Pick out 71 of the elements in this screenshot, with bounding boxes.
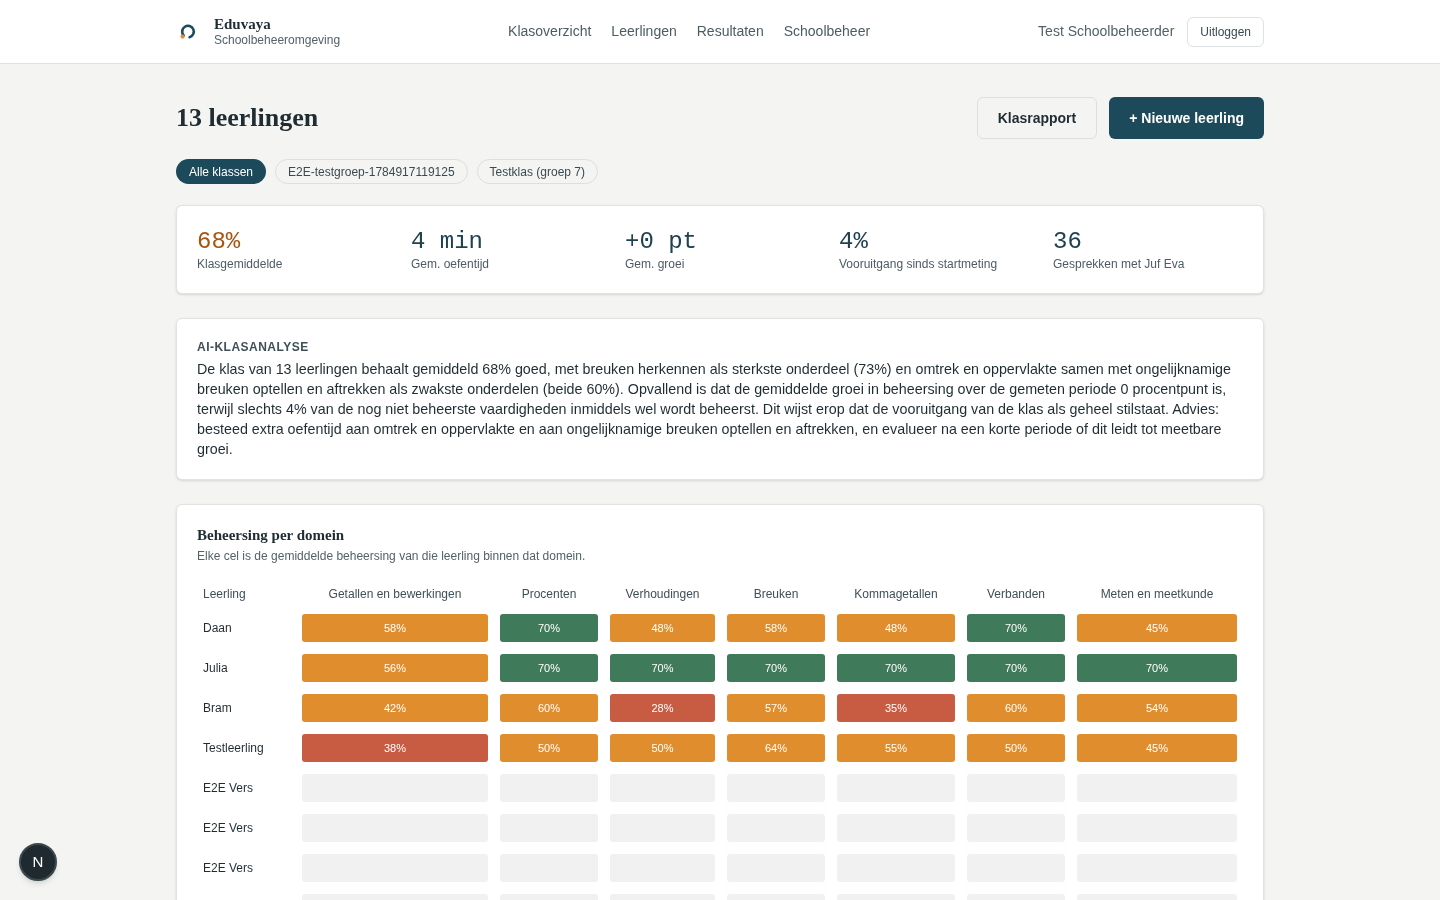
heatmap-cell: 58% <box>727 614 825 642</box>
stat-value: 36 <box>1053 228 1082 256</box>
heatmap-cell: 42% <box>302 694 488 722</box>
student-name: Testleerling <box>202 740 265 757</box>
student-name: Daan <box>202 620 233 637</box>
heatmap-cell: 50% <box>610 734 715 762</box>
heatmap-cell: 45% <box>1077 734 1237 762</box>
heatmap-cell: 60% <box>967 694 1065 722</box>
heatmap-cell: 50% <box>967 734 1065 762</box>
heatmap-cell: 38% <box>302 734 488 762</box>
heatmap-cell: 58% <box>302 614 488 642</box>
new-student-button[interactable]: + Nieuwe leerling <box>1109 97 1264 139</box>
page-title: 13 leerlingen <box>176 102 319 134</box>
heatmap-cell: 54% <box>1077 694 1237 722</box>
heatmap-cell: 57% <box>727 694 825 722</box>
report-button[interactable]: Klasrapport <box>976 97 1098 139</box>
logo-icon <box>179 23 196 40</box>
heatmap-cell: 70% <box>967 614 1065 642</box>
heatmap-cell: 64% <box>727 734 825 762</box>
stat-value: +0 pt <box>625 228 697 256</box>
student-name: E2E Vers <box>202 860 255 877</box>
heatmap-cell: 70% <box>610 654 715 682</box>
nav-link[interactable]: Klasoverzicht <box>508 21 592 42</box>
stat-label: Gem. groei <box>625 256 685 272</box>
column-header: Verbanden <box>985 586 1047 602</box>
heatmap-cell: 50% <box>500 734 598 762</box>
heatmap-cell: 70% <box>837 654 955 682</box>
student-name: Bram <box>202 700 233 717</box>
column-header: Leerling <box>202 586 247 602</box>
mastery-subtitle: Elke cel is de gemiddelde beheersing van die leerling binnen dat domein. <box>197 548 587 564</box>
user-name: Test Schoolbeheerder <box>1038 22 1175 41</box>
mastery-title: Beheersing per domein <box>197 526 346 545</box>
heatmap-cell: 70% <box>1077 654 1237 682</box>
brand-name: Eduvaya <box>214 15 272 33</box>
stat-value: 4% <box>839 228 868 256</box>
brand-subtitle: Schoolbeheeromgeving <box>214 33 341 48</box>
heatmap-cell: 28% <box>610 694 715 722</box>
student-name: E2E Vers <box>202 820 255 837</box>
heatmap-cell: 48% <box>610 614 715 642</box>
nav-link[interactable]: Schoolbeheer <box>783 21 871 42</box>
heatmap-cell: 45% <box>1077 614 1237 642</box>
heatmap-cell: 35% <box>837 694 955 722</box>
heatmap-cell: 70% <box>500 654 598 682</box>
heatmap-cell: 55% <box>837 734 955 762</box>
stat-value: 4 min <box>411 228 483 256</box>
student-name: E2E Vers <box>202 780 255 797</box>
class-filter-pill[interactable]: Alle klassen <box>176 159 267 184</box>
logout-button[interactable]: Uitloggen <box>1187 16 1264 47</box>
column-header: Getallen en bewerkingen <box>327 586 463 602</box>
nav-link[interactable]: Resultaten <box>696 21 764 42</box>
column-header: Breuken <box>752 586 800 602</box>
heatmap-cell: 56% <box>302 654 488 682</box>
heatmap-cell: 70% <box>727 654 825 682</box>
column-header: Kommagetallen <box>853 586 939 602</box>
heatmap-cell: 70% <box>500 614 598 642</box>
stat-label: Vooruitgang sinds startmeting <box>839 256 998 272</box>
stat-label: Klasgemiddelde <box>197 256 283 272</box>
student-name: Julia <box>202 660 229 677</box>
column-header: Verhoudingen <box>624 586 701 602</box>
nav-link[interactable]: Leerlingen <box>611 21 677 42</box>
column-header: Procenten <box>520 586 578 602</box>
heatmap-cell: 48% <box>837 614 955 642</box>
heatmap-cell: 60% <box>500 694 598 722</box>
dev-indicator-button[interactable]: N <box>19 843 57 881</box>
stat-label: Gem. oefentijd <box>411 256 490 272</box>
stat-label: Gesprekken met Juf Eva <box>1053 256 1185 272</box>
analysis-text: De klas van 13 leerlingen behaalt gemiddeld 68% goed, met breuken herkennen als sterkste onderdeel (73%) en omtrek en oppervlakte samen met ongelijknamige breuken optellen en aftrekken als zwakste onderdelen (beide 60%). Opvallend is dat de gemiddelde groei in beheersing over de gemeten periode 0 procentpunt is, terwijl slechts 4% van de nog niet beheerste vaardigheden inmiddels wel wordt beheerst. Dit wijst erop dat de vooruitgang van de klas als geheel stilstaat. Advies: besteed extra oefentijd aan omtrek en oppervlakte en aan ongelijknamige breuken optellen en aftrekken, en evalueer na een korte periode of dit leidt tot meetbare groei. <box>197 360 1232 459</box>
analysis-heading: AI-KLASANALYSE <box>197 339 310 355</box>
heatmap-cell: 70% <box>967 654 1065 682</box>
column-header: Meten en meetkunde <box>1099 586 1215 602</box>
stat-value: 68% <box>197 228 241 256</box>
